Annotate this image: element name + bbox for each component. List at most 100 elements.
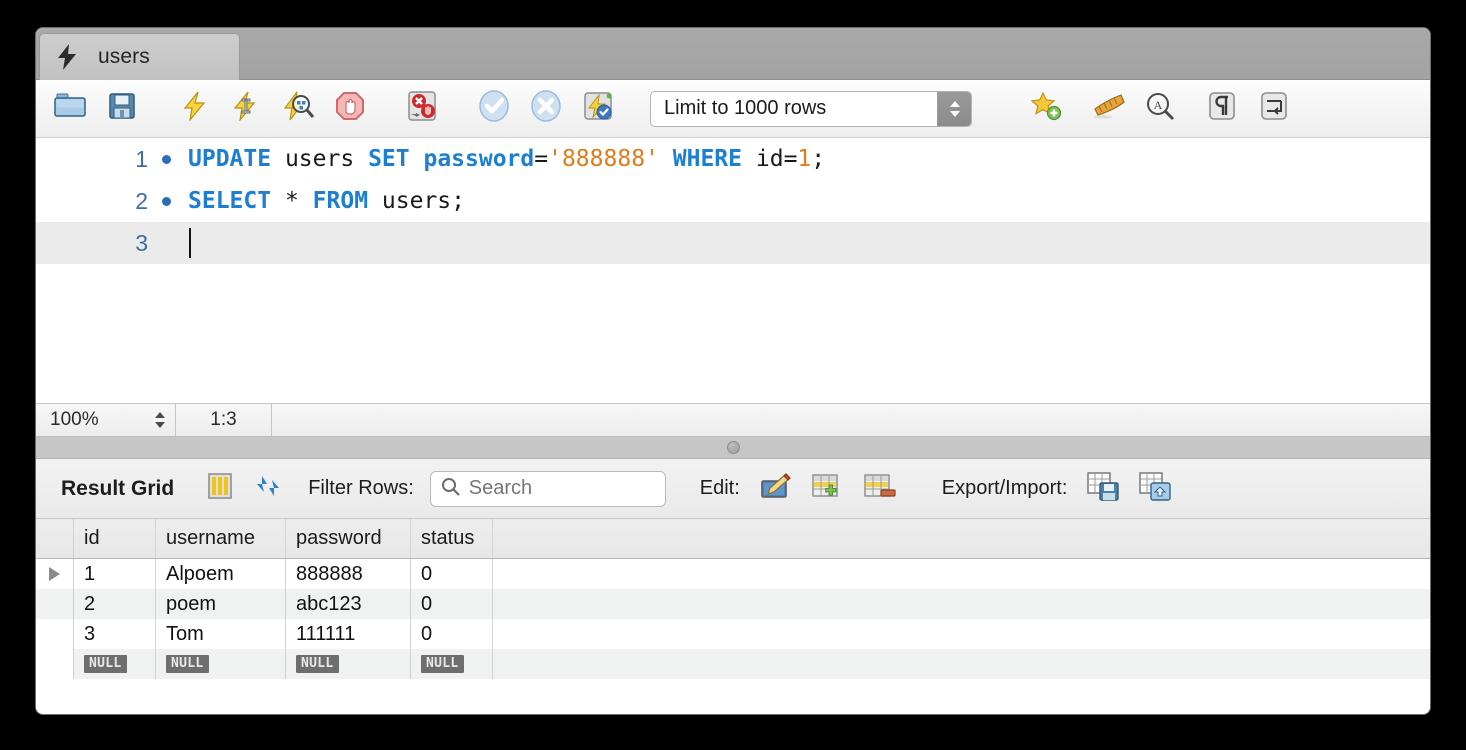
chevron-updown-icon[interactable] [145, 409, 175, 431]
table-cell-status[interactable]: 0 [411, 619, 493, 649]
toggle-autocommit-button[interactable] [578, 89, 618, 129]
column-header-id[interactable]: id [74, 519, 156, 558]
filter-search-box[interactable] [429, 470, 666, 507]
code-text: UPDATE users SET password='888888' WHERE… [184, 146, 825, 172]
code-token: users [381, 188, 452, 214]
line-number: 3 [135, 229, 148, 256]
toggle-wrapping-button[interactable] [1254, 89, 1294, 129]
code-line[interactable]: 1 UPDATE users SET password='888888' WHER… [36, 138, 1430, 180]
table-cell-username[interactable]: Alpoem [156, 559, 286, 589]
table-import-icon [1138, 471, 1172, 506]
find-button[interactable]: A [1140, 89, 1180, 129]
table-cell-id[interactable]: 1 [74, 559, 156, 589]
search-input[interactable] [468, 477, 639, 500]
table-cell-password[interactable]: 888888 [286, 559, 411, 589]
table-cell-username[interactable]: Tom [156, 619, 286, 649]
toggle-grid-view-button[interactable] [200, 469, 240, 509]
table-cell-id[interactable]: 2 [74, 589, 156, 619]
folder-icon [54, 92, 86, 125]
execute-statement-button[interactable] [174, 89, 214, 129]
sql-editor-area[interactable]: 1 UPDATE users SET password='888888' WHER… [36, 138, 1430, 403]
code-token: * [284, 188, 299, 214]
pilcrow-icon [1207, 91, 1237, 126]
table-cell-null-status[interactable]: NULL [411, 649, 493, 679]
commit-check-icon [477, 89, 511, 128]
open-sql-file-button[interactable] [50, 89, 90, 129]
column-header-password[interactable]: password [286, 519, 411, 558]
code-token: '888888' [548, 146, 659, 172]
code-line[interactable]: 3 [36, 222, 1430, 264]
table-cell-null-id[interactable]: NULL [74, 649, 156, 679]
table-cell-password[interactable]: 111111 [286, 619, 411, 649]
insert-row-button[interactable] [808, 469, 848, 509]
pencil-edit-icon [760, 472, 792, 505]
row-marker[interactable] [36, 619, 74, 649]
code-line[interactable]: 2 SELECT * FROM users; [36, 180, 1430, 222]
autocommit-icon [582, 90, 614, 127]
new-snippet-button[interactable] [1026, 89, 1066, 129]
null-badge: NULL [166, 654, 209, 674]
limit-rows-select[interactable]: Limit to 1000 rows [650, 90, 972, 127]
table-row[interactable]: 1 Alpoem 888888 0 [36, 559, 1430, 589]
line-number: 1 [135, 145, 148, 172]
refresh-grid-button[interactable] [248, 469, 288, 509]
panel-splitter[interactable] [36, 437, 1430, 459]
star-plus-icon [1030, 91, 1062, 126]
toggle-stop-on-error-button[interactable] [402, 89, 442, 129]
export-recordset-button[interactable] [1083, 469, 1123, 509]
import-recordset-button[interactable] [1135, 469, 1175, 509]
beautify-query-button[interactable] [1088, 89, 1128, 129]
toggle-invisible-chars-button[interactable] [1202, 89, 1242, 129]
row-marker-header [36, 519, 74, 558]
stop-execution-button[interactable] [330, 89, 370, 129]
explain-statement-button[interactable] [278, 89, 318, 129]
table-cell-status[interactable]: 0 [411, 589, 493, 619]
execute-current-statement-button[interactable] [226, 89, 266, 129]
limit-rows-value: Limit to 1000 rows [664, 97, 827, 119]
null-badge: NULL [84, 654, 127, 674]
code-token: users [284, 146, 355, 172]
breakpoint-gutter[interactable] [148, 196, 184, 206]
lightning-bolt-icon [180, 91, 208, 126]
zoom-stepper[interactable]: 100% [36, 404, 176, 436]
row-marker[interactable] [36, 589, 74, 619]
column-header-username[interactable]: username [156, 519, 286, 558]
delete-row-button[interactable] [860, 469, 900, 509]
table-cell-null-username[interactable]: NULL [156, 649, 286, 679]
table-plus-icon [811, 472, 845, 505]
column-header-status[interactable]: status [411, 519, 493, 558]
code-token: ; [451, 188, 466, 214]
table-cell-null-password[interactable]: NULL [286, 649, 411, 679]
svg-text:A: A [1154, 98, 1163, 112]
table-cell-status[interactable]: 0 [411, 559, 493, 589]
cursor-position: 1:3 [176, 404, 272, 436]
stop-hand-icon [335, 91, 365, 126]
splitter-handle-icon[interactable] [726, 441, 740, 454]
table-cell-username[interactable]: poem [156, 589, 286, 619]
editor-status-bar: 100% 1:3 [36, 403, 1430, 437]
code-token: = [534, 146, 549, 172]
table-cell-id[interactable]: 3 [74, 619, 156, 649]
rollback-button[interactable] [526, 89, 566, 129]
code-token: 1 [797, 146, 812, 172]
table-row[interactable]: 3 Tom 111111 0 [36, 619, 1430, 649]
commit-button[interactable] [474, 89, 514, 129]
code-token: password [423, 146, 535, 172]
breakpoint-gutter[interactable] [148, 154, 184, 164]
save-sql-file-button[interactable] [102, 89, 142, 129]
rollback-cross-icon [529, 89, 563, 128]
result-table[interactable]: id username password status 1 Alpoem 888888 0 2 p… [36, 519, 1430, 679]
row-marker[interactable] [36, 649, 74, 679]
code-lines[interactable]: 1 UPDATE users SET password='888888' WHER… [36, 138, 1430, 264]
refresh-arrows-icon [254, 472, 282, 505]
edit-row-button[interactable] [756, 469, 796, 509]
table-new-row[interactable]: NULL NULL NULL NULL [36, 649, 1430, 679]
chevron-updown-icon[interactable] [937, 91, 971, 126]
table-cell-password[interactable]: abc123 [286, 589, 411, 619]
table-row[interactable]: 2 poem abc123 0 [36, 589, 1430, 619]
tab-users[interactable]: users [39, 33, 240, 80]
row-marker[interactable] [36, 559, 74, 589]
